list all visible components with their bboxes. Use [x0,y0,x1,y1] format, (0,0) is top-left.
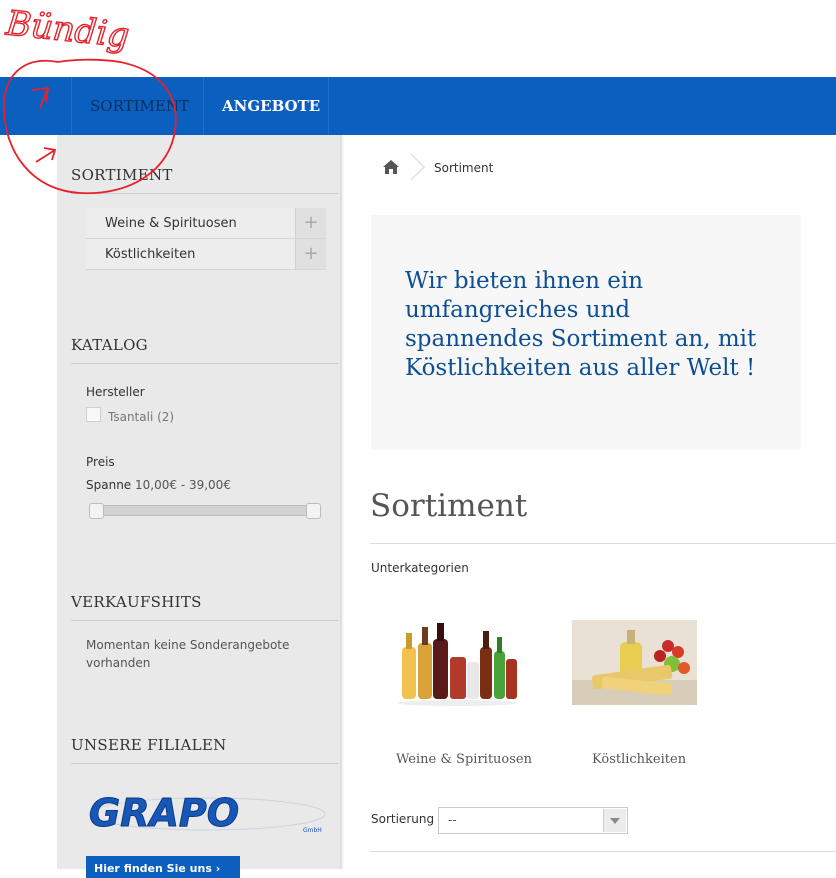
verkaufshits-heading: VERKAUFSHITS [71,593,338,621]
sort-label: Sortierung [371,812,435,826]
breadcrumb-current: Sortiment [434,161,494,175]
spanne-value: 10,00€ - 39,00€ [135,478,231,492]
price-slider-max-handle[interactable] [306,503,321,519]
nav-divider [203,77,204,135]
subcategories-label: Unterkategorien [371,561,469,575]
expand-icon[interactable]: + [295,239,326,269]
content-shadow [340,135,344,869]
subcategory-image-koestlichkeiten[interactable] [572,620,697,705]
subcategory-label-koestlichkeiten[interactable]: Köstlichkeiten [592,752,686,767]
nav-divider [71,77,72,135]
sort-value: -- [448,813,457,827]
filialen-heading: UNSERE FILIALEN [71,736,338,764]
verkaufshits-text: Momentan keine Sonderangebote vorhanden [86,638,290,670]
divider [370,543,836,544]
filialen-button[interactable]: Hier finden Sie uns › [86,856,240,878]
category-label: Weine & Spirituosen [105,216,237,231]
hersteller-option[interactable]: Tsantali (2) [108,410,174,424]
price-slider-min-handle[interactable] [89,503,104,519]
nav-divider [328,77,329,135]
grapo-logo-text: GRAPO [89,791,239,835]
category-label: Köstlichkeiten [105,247,196,262]
expand-icon[interactable]: + [295,208,326,238]
katalog-heading: KATALOG [71,336,338,364]
subcategory-label-weine[interactable]: Weine & Spirituosen [396,752,532,767]
divider [370,851,836,852]
chevron-down-icon[interactable] [603,809,626,832]
preis-label: Preis [86,455,115,469]
grapo-logo-sub: GmbH [303,827,322,834]
hersteller-checkbox[interactable] [86,407,101,422]
spanne-label: Spanne [86,478,132,492]
hersteller-label: Hersteller [86,385,145,399]
top-navigation: SORTIMENT ANGEBOTE [0,77,836,135]
price-range-text: Spanne 10,00€ - 39,00€ [86,478,231,492]
annotation-text: Bündig [3,3,131,56]
page-title: Sortiment [370,488,528,524]
sort-select[interactable]: -- [438,807,628,834]
sidebar: SORTIMENT Weine & Spirituosen + Köstlich… [57,135,340,878]
price-slider-track[interactable] [96,505,320,516]
breadcrumb-separator-icon [410,153,426,181]
grapo-logo[interactable]: GRAPO GmbH [87,791,327,837]
nav-sortiment[interactable]: SORTIMENT [90,77,189,135]
category-koestlichkeiten[interactable]: Köstlichkeiten + [86,239,326,270]
sortiment-heading: SORTIMENT [71,166,338,194]
subcategory-image-weine[interactable] [396,617,521,707]
category-weine[interactable]: Weine & Spirituosen + [86,208,326,239]
intro-text: Wir bieten ihnen ein umfangreiches und s… [405,268,757,381]
home-icon[interactable] [382,158,400,176]
intro-box: Wir bieten ihnen ein umfangreiches und s… [371,215,801,450]
nav-angebote[interactable]: ANGEBOTE [222,77,320,135]
